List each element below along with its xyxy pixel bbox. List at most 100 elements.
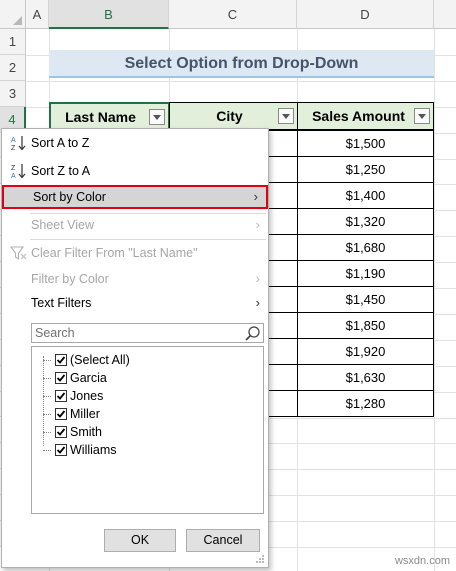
resize-grip-icon[interactable]: [255, 554, 265, 564]
checkbox[interactable]: [55, 444, 67, 456]
svg-text:A: A: [11, 137, 16, 144]
sales-amount-cell[interactable]: $1,920: [297, 338, 434, 365]
city-cell[interactable]: [269, 286, 298, 313]
grid-line: [434, 29, 435, 571]
city-cell[interactable]: [269, 364, 298, 391]
filter-item-label: Jones: [70, 389, 104, 403]
filter-by-color-item: Filter by Color ›: [2, 267, 268, 291]
sales-amount-cell[interactable]: $1,680: [297, 234, 434, 261]
clear-filter-icon: [10, 246, 27, 261]
tree-line: [43, 378, 51, 379]
header-last-name-label: Last Name: [65, 109, 136, 125]
city-cell[interactable]: [269, 208, 298, 235]
column-header-e[interactable]: [434, 0, 456, 29]
checkbox[interactable]: [55, 426, 67, 438]
sales-amount-cell[interactable]: $1,850: [297, 312, 434, 339]
select-all-corner[interactable]: [0, 0, 26, 29]
sort-by-color-item[interactable]: Sort by Color ›: [2, 185, 268, 209]
svg-text:Z: Z: [11, 165, 16, 172]
sort-z-to-a-item[interactable]: Z A Sort Z to A: [2, 159, 268, 183]
column-header-b[interactable]: B: [49, 0, 169, 29]
sort-ascending-icon: A Z: [11, 136, 26, 151]
sales-amount-cell[interactable]: $1,400: [297, 182, 434, 209]
svg-text:Z: Z: [11, 145, 16, 151]
filter-item-label: (Select All): [70, 353, 130, 367]
sheet-title: Select Option from Drop-Down: [49, 50, 434, 78]
tree-line: [43, 450, 51, 451]
tree-line: [43, 414, 51, 415]
checkmark-icon: [56, 410, 66, 418]
checkbox[interactable]: [55, 408, 67, 420]
city-cell[interactable]: [269, 130, 298, 157]
sales-amount-cell[interactable]: $1,630: [297, 364, 434, 391]
checkmark-icon: [56, 356, 66, 364]
filter-values-list: (Select All) Garcia Jones Miller Smith Willia…: [31, 346, 264, 514]
header-city-label: City: [216, 108, 243, 124]
city-cell[interactable]: [269, 156, 298, 183]
checkmark-icon: [56, 428, 66, 436]
sales-amount-cell[interactable]: $1,500: [297, 130, 434, 157]
header-city[interactable]: City: [169, 102, 298, 130]
watermark: wsxdn.com: [394, 555, 450, 567]
row-header-2[interactable]: 2: [0, 54, 26, 81]
sales-filter-dropdown-icon[interactable]: [414, 108, 430, 124]
last-name-filter-dropdown-icon[interactable]: [149, 109, 165, 125]
city-cell[interactable]: [269, 390, 298, 417]
cancel-button[interactable]: Cancel: [186, 529, 260, 552]
sort-descending-icon: Z A: [11, 164, 26, 179]
column-header-a[interactable]: A: [26, 0, 49, 29]
autofilter-menu: A Z Sort A to Z Z A Sort Z to A Sort by …: [1, 128, 269, 568]
search-icon: [245, 326, 260, 341]
city-cell[interactable]: [269, 260, 298, 287]
checkbox[interactable]: [55, 354, 67, 366]
sort-by-color-label: Sort by Color: [33, 190, 106, 204]
checkmark-icon: [56, 392, 66, 400]
chevron-right-icon: ›: [255, 271, 260, 286]
filter-search-input[interactable]: [32, 324, 237, 342]
sales-amount-cell[interactable]: $1,450: [297, 286, 434, 313]
header-last-name[interactable]: Last Name: [49, 102, 170, 130]
city-cell[interactable]: [269, 338, 298, 365]
sort-a-to-z-item[interactable]: A Z Sort A to Z: [2, 131, 268, 155]
tree-line: [43, 360, 51, 361]
menu-separator: [30, 239, 266, 240]
svg-text:A: A: [11, 173, 16, 179]
clear-filter-label: Clear Filter From "Last Name": [31, 246, 198, 260]
checkmark-icon: [56, 374, 66, 382]
sheet-view-item: Sheet View ›: [2, 213, 268, 237]
column-header-d[interactable]: D: [297, 0, 434, 29]
text-filters-item[interactable]: Text Filters ›: [2, 291, 268, 315]
checkbox[interactable]: [55, 390, 67, 402]
header-sales-label: Sales Amount: [312, 108, 405, 124]
row-header-1[interactable]: 1: [0, 29, 26, 55]
header-sales-amount[interactable]: Sales Amount: [297, 102, 434, 130]
sales-amount-cell[interactable]: $1,190: [297, 260, 434, 287]
city-filter-dropdown-icon[interactable]: [278, 108, 294, 124]
filter-search-box[interactable]: [31, 323, 264, 343]
filter-by-color-label: Filter by Color: [31, 272, 109, 286]
filter-item-label: Garcia: [70, 371, 107, 385]
sales-amount-cell[interactable]: $1,320: [297, 208, 434, 235]
checkbox[interactable]: [55, 372, 67, 384]
row-header-3[interactable]: 3: [0, 80, 26, 107]
chevron-right-icon: ›: [253, 189, 258, 204]
city-cell[interactable]: [269, 312, 298, 339]
sort-a-to-z-label: Sort A to Z: [31, 136, 90, 150]
ok-button[interactable]: OK: [104, 529, 176, 552]
grid-line: [26, 80, 456, 82]
chevron-right-icon: ›: [255, 217, 260, 232]
sheet-view-label: Sheet View: [31, 218, 95, 232]
column-header-c[interactable]: C: [169, 0, 297, 29]
filter-item-label: Williams: [70, 443, 117, 457]
filter-item-label: Miller: [70, 407, 100, 421]
city-cell[interactable]: [269, 234, 298, 261]
filter-item-label: Smith: [70, 425, 102, 439]
city-cell[interactable]: [269, 182, 298, 209]
clear-filter-item: Clear Filter From "Last Name": [2, 241, 268, 265]
text-filters-label: Text Filters: [31, 296, 92, 310]
sales-amount-cell[interactable]: $1,250: [297, 156, 434, 183]
tree-line: [43, 432, 51, 433]
sort-z-to-a-label: Sort Z to A: [31, 164, 91, 178]
sales-amount-cell[interactable]: $1,280: [297, 390, 434, 417]
checkmark-icon: [56, 446, 66, 454]
